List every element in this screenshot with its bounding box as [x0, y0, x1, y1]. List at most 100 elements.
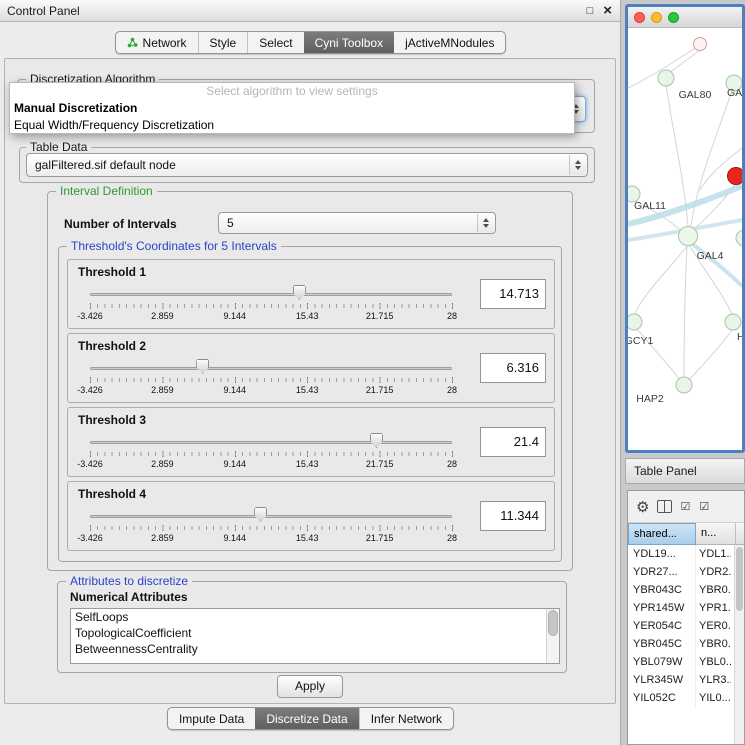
slider-tick-labels: -3.4262.8599.14415.4321.71528: [90, 311, 452, 323]
table-row[interactable]: YBR045CYBR0...: [628, 635, 734, 653]
table-row[interactable]: YDL19...YDL1...: [628, 545, 734, 563]
tab-network[interactable]: Network: [116, 32, 198, 53]
list-item[interactable]: TopologicalCoefficient: [71, 625, 559, 641]
threshold-slider[interactable]: [90, 507, 452, 523]
thresholds-groupbox: Threshold's Coordinates for 5 Intervals …: [58, 246, 562, 562]
tab-jactivemnodules[interactable]: jActiveMNodules: [394, 32, 505, 53]
threshold-value-field[interactable]: 11.344: [480, 501, 546, 531]
number-of-intervals-combobox[interactable]: 5: [218, 212, 496, 234]
node-red-selected[interactable]: [728, 168, 743, 185]
number-of-intervals-label: Number of Intervals: [64, 217, 177, 231]
node-gcy1[interactable]: [628, 314, 642, 330]
select-none-icon[interactable]: ☑: [699, 500, 710, 513]
table-row[interactable]: YDR27...YDR2...: [628, 563, 734, 581]
zoom-traffic-light-icon[interactable]: [668, 12, 679, 23]
tab-label: Infer Network: [371, 712, 442, 726]
threshold-panel-4: Threshold 4 -3.4262.8599.14415.4321.7152…: [67, 481, 555, 551]
threshold-slider[interactable]: [90, 433, 452, 449]
dropdown-placeholder-item[interactable]: Select algorithm to view settings: [10, 83, 574, 100]
close-icon[interactable]: ×: [603, 5, 612, 17]
dropdown-item-equal-width-frequency[interactable]: Equal Width/Frequency Discretization: [10, 117, 574, 134]
slider-track[interactable]: [90, 441, 452, 444]
node[interactable]: [736, 230, 742, 246]
node-gal80[interactable]: [658, 70, 674, 86]
table-data-combobox[interactable]: galFiltered.sif default node: [26, 153, 588, 177]
list-item[interactable]: SelfLoops: [71, 609, 559, 625]
table-row[interactable]: YPR145WYPR1...: [628, 599, 734, 617]
down-arrow-icon: [483, 224, 489, 228]
tab-label: jActiveMNodules: [405, 36, 494, 50]
tab-select[interactable]: Select: [248, 32, 303, 53]
table-row[interactable]: YBL079WYBL0...: [628, 653, 734, 671]
scrollbar-thumb[interactable]: [548, 610, 558, 636]
node-label: GCY1: [628, 335, 653, 347]
table-row[interactable]: YBR043CYBR0...: [628, 581, 734, 599]
node-gal4[interactable]: [679, 227, 698, 246]
threshold-label: Threshold 1: [78, 265, 146, 279]
apply-button[interactable]: Apply: [277, 675, 343, 698]
interval-definition-groupbox: Interval Definition Number of Intervals …: [47, 191, 573, 571]
slider-track[interactable]: [90, 515, 452, 518]
table-row[interactable]: YIL052CYIL0...: [628, 689, 734, 707]
up-arrow-icon: [483, 218, 489, 222]
numerical-attributes-list: SelfLoops TopologicalCoefficient Between…: [70, 608, 560, 664]
tab-label: Style: [210, 36, 237, 50]
column-header-name[interactable]: n...: [696, 523, 736, 545]
threshold-label: Threshold 4: [78, 487, 146, 501]
network-view-window: GAL80 GA GAL11 GAL4 GCY1 H HAP2: [625, 4, 745, 453]
table-row[interactable]: YER054CYER0...: [628, 617, 734, 635]
tab-label: Network: [143, 36, 187, 50]
threshold-value-field[interactable]: 14.713: [480, 279, 546, 309]
table-row[interactable]: YLR345WYLR3...: [628, 671, 734, 689]
slider-minor-ticks: [90, 526, 453, 530]
table-panel-window: ⚙ ☑ ☑ shared... n... YDL19...YDL1... YDR…: [627, 490, 745, 745]
table-scrollbar[interactable]: [734, 545, 744, 744]
slider-thumb[interactable]: [293, 285, 306, 300]
tab-style[interactable]: Style: [199, 32, 248, 53]
slider-tick-labels: -3.4262.8599.14415.4321.71528: [90, 459, 452, 471]
table-data-selected-value: galFiltered.sif default node: [35, 154, 176, 176]
list-item[interactable]: BetweennessCentrality: [71, 641, 559, 657]
attributes-groupbox: Attributes to discretize Numerical Attri…: [57, 581, 567, 673]
threshold-panel-2: Threshold 2 -3.4262.8599.14415.4321.7152…: [67, 333, 555, 403]
dropdown-item-manual-discretization[interactable]: Manual Discretization: [10, 100, 574, 117]
node-label: GA: [727, 87, 742, 99]
float-window-icon[interactable]: □: [587, 5, 594, 17]
node-h[interactable]: [725, 314, 741, 330]
thresholds-group-label: Threshold's Coordinates for 5 Intervals: [67, 239, 281, 254]
column-header-shared-name[interactable]: shared...: [628, 523, 696, 545]
network-canvas[interactable]: GAL80 GA GAL11 GAL4 GCY1 H HAP2: [628, 28, 742, 450]
slider-track[interactable]: [90, 367, 452, 370]
slider-thumb[interactable]: [196, 359, 209, 374]
tab-label: Discretize Data: [266, 712, 347, 726]
node-hap2[interactable]: [676, 377, 692, 393]
scrollbar-thumb[interactable]: [736, 547, 743, 611]
combo-stepper[interactable]: [569, 155, 586, 175]
tab-infer-network[interactable]: Infer Network: [360, 708, 453, 729]
control-panel-window: Control Panel □ × Network Style: [0, 0, 621, 745]
combo-stepper[interactable]: [477, 214, 494, 232]
tab-discretize-data[interactable]: Discretize Data: [255, 708, 358, 729]
close-traffic-light-icon[interactable]: [634, 12, 645, 23]
slider-tick-labels: -3.4262.8599.14415.4321.71528: [90, 533, 452, 545]
threshold-slider[interactable]: [90, 359, 452, 375]
slider-track[interactable]: [90, 293, 452, 296]
node[interactable]: [694, 38, 707, 51]
columns-icon[interactable]: [657, 500, 672, 513]
threshold-value-field[interactable]: 6.316: [480, 353, 546, 383]
tab-cyni-toolbox[interactable]: Cyni Toolbox: [304, 32, 394, 53]
threshold-slider[interactable]: [90, 285, 452, 301]
select-all-icon[interactable]: ☑: [680, 500, 691, 513]
threshold-value-field[interactable]: 21.4: [480, 427, 546, 457]
slider-minor-ticks: [90, 304, 453, 308]
numerical-attributes-label: Numerical Attributes: [70, 590, 188, 604]
screen: Control Panel □ × Network Style: [0, 0, 745, 745]
table-panel-titlebar: Table Panel: [625, 458, 745, 484]
list-scrollbar[interactable]: [546, 609, 559, 663]
gear-icon[interactable]: ⚙: [636, 498, 649, 516]
interval-definition-label: Interval Definition: [56, 184, 157, 199]
slider-thumb[interactable]: [254, 507, 267, 522]
tab-impute-data[interactable]: Impute Data: [168, 708, 255, 729]
slider-thumb[interactable]: [370, 433, 383, 448]
minimize-traffic-light-icon[interactable]: [651, 12, 662, 23]
